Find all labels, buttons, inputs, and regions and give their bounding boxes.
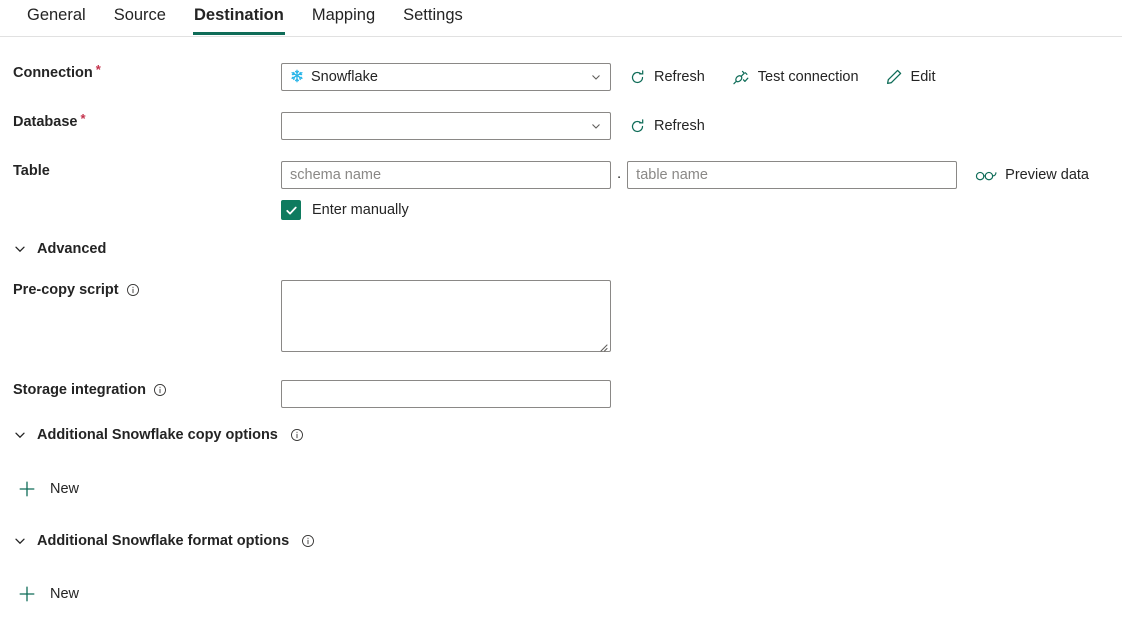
pre-copy-script-label-text: Pre-copy script: [13, 282, 119, 298]
database-refresh-button[interactable]: Refresh: [629, 118, 705, 135]
info-icon[interactable]: [153, 383, 167, 397]
table-name-field[interactable]: table name: [627, 161, 958, 189]
storage-integration-field[interactable]: [281, 380, 611, 408]
storage-integration-label-text: Storage integration: [13, 382, 146, 398]
format-options-new-label: New: [50, 586, 80, 602]
snowflake-icon: [290, 69, 304, 85]
schema-name-placeholder: schema name: [290, 167, 382, 183]
database-refresh-label: Refresh: [654, 118, 705, 134]
preview-data-button[interactable]: Preview data: [975, 167, 1089, 183]
table-label: Table: [0, 161, 281, 181]
copy-options-section-label: Additional Snowflake copy options: [37, 427, 278, 443]
connection-dropdown[interactable]: Snowflake: [281, 63, 611, 91]
database-dropdown[interactable]: [281, 112, 611, 140]
chevron-down-icon: [13, 242, 27, 256]
chevron-down-icon: [13, 428, 27, 442]
database-row: Database * Refresh: [0, 112, 1122, 140]
format-options-new-button[interactable]: New: [18, 585, 79, 603]
tab-destination[interactable]: Destination: [180, 0, 298, 35]
storage-integration-row: Storage integration: [0, 380, 1122, 408]
storage-integration-label: Storage integration: [0, 380, 281, 400]
connection-label-text: Connection: [13, 65, 93, 81]
resize-grip-icon[interactable]: [598, 339, 608, 352]
connection-refresh-button[interactable]: Refresh: [629, 69, 705, 86]
refresh-icon: [629, 118, 646, 135]
advanced-section-label: Advanced: [37, 241, 107, 257]
info-icon[interactable]: [301, 534, 315, 548]
connection-required-asterisk: *: [95, 62, 101, 77]
info-icon[interactable]: [126, 283, 140, 297]
format-options-section-header[interactable]: Additional Snowflake format options: [13, 533, 315, 549]
plus-icon: [18, 480, 36, 498]
test-connection-button[interactable]: Test connection: [731, 68, 859, 87]
table-actions: Preview data: [975, 161, 1089, 189]
connection-value: Snowflake: [311, 69, 378, 85]
enter-manually-checkbox[interactable]: [281, 200, 301, 220]
database-required-asterisk: *: [80, 111, 86, 126]
glasses-icon: [975, 168, 997, 182]
copy-options-section-header[interactable]: Additional Snowflake copy options: [13, 427, 304, 443]
tab-source[interactable]: Source: [100, 0, 180, 35]
pencil-icon: [885, 68, 903, 86]
edit-connection-button[interactable]: Edit: [885, 68, 936, 86]
tab-mapping[interactable]: Mapping: [298, 0, 389, 35]
pre-copy-script-row: Pre-copy script: [0, 280, 1122, 352]
table-label-text: Table: [13, 163, 50, 179]
pre-copy-script-textarea[interactable]: [281, 280, 611, 352]
connection-refresh-label: Refresh: [654, 69, 705, 85]
database-label: Database *: [0, 112, 281, 132]
tab-settings[interactable]: Settings: [389, 0, 477, 35]
database-actions: Refresh: [629, 112, 705, 140]
schema-table-separator: .: [617, 165, 622, 182]
plug-check-icon: [731, 68, 750, 87]
copy-options-new-button[interactable]: New: [18, 480, 79, 498]
edit-connection-label: Edit: [910, 69, 936, 85]
enter-manually-checkbox-group[interactable]: Enter manually: [281, 200, 409, 220]
pre-copy-script-label: Pre-copy script: [0, 280, 281, 300]
database-label-text: Database: [13, 114, 78, 130]
connection-actions: Refresh Test connection Edit: [629, 63, 936, 91]
info-icon[interactable]: [290, 428, 304, 442]
test-connection-label: Test connection: [757, 69, 859, 85]
format-options-section-label: Additional Snowflake format options: [37, 533, 290, 549]
enter-manually-label: Enter manually: [312, 202, 409, 218]
schema-name-field[interactable]: schema name: [281, 161, 611, 189]
chevron-down-icon: [590, 71, 602, 83]
tab-bar: General Source Destination Mapping Setti…: [0, 0, 1122, 37]
enter-manually-row: Enter manually: [0, 200, 1122, 220]
chevron-down-icon: [590, 120, 602, 132]
tab-general[interactable]: General: [13, 0, 100, 35]
copy-options-new-label: New: [50, 481, 80, 497]
refresh-icon: [629, 69, 646, 86]
advanced-section-header[interactable]: Advanced: [13, 241, 106, 257]
destination-form: Connection * Snowflake Refresh Test conn…: [0, 37, 1122, 602]
connection-row: Connection * Snowflake Refresh Test conn…: [0, 63, 1122, 91]
connection-label: Connection *: [0, 63, 281, 83]
table-row: Table schema name . table name Preview d…: [0, 161, 1122, 189]
table-name-placeholder: table name: [636, 167, 708, 183]
plus-icon: [18, 585, 36, 603]
chevron-down-icon: [13, 534, 27, 548]
preview-data-label: Preview data: [1005, 167, 1089, 183]
